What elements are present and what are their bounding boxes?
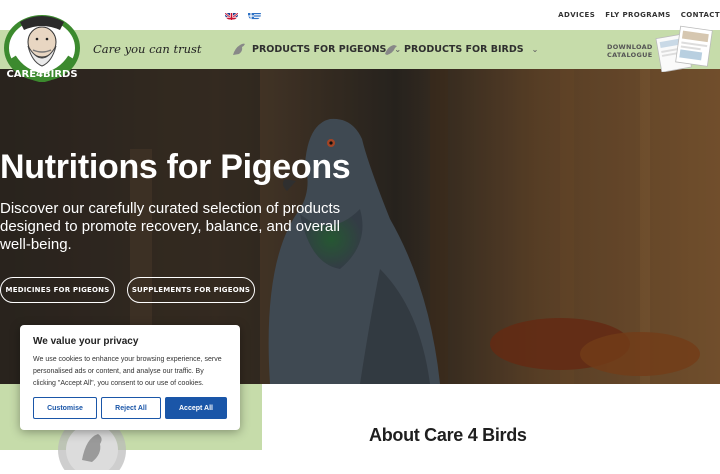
customise-button[interactable]: Customise xyxy=(33,397,97,419)
cookie-text: We use cookies to enhance your browsing … xyxy=(33,356,222,387)
download-catalogue-link[interactable]: DOWNLOAD CATALOGUE xyxy=(607,43,653,59)
bird-icon xyxy=(385,45,397,55)
uk-flag-icon[interactable] xyxy=(225,9,238,20)
chevron-down-icon: ⌄ xyxy=(531,44,539,54)
nav-label-birds: PRODUCTS FOR BIRDS xyxy=(404,43,524,55)
nav-products-for-birds[interactable]: PRODUCTS FOR BIRDS ⌄ xyxy=(384,42,538,56)
cookie-consent-dialog: We value your privacy We use cookies to … xyxy=(20,325,240,430)
cookie-title: We value your privacy xyxy=(33,336,139,347)
top-link-advices[interactable]: ADVICES xyxy=(558,11,595,19)
catalogue-thumbnail[interactable] xyxy=(652,24,716,73)
nav-products-for-pigeons[interactable]: PRODUCTS FOR PIGEONS ⌄ xyxy=(232,42,401,56)
supplements-for-pigeons-button[interactable]: SUPPLEMENTS FOR PIGEONS xyxy=(127,277,255,303)
tagline: Care you can trust xyxy=(93,42,202,56)
hero-subtitle: Discover our carefully curated selection… xyxy=(0,200,341,253)
nav-label-pigeons: PRODUCTS FOR PIGEONS xyxy=(252,43,387,55)
svg-text:CARE4BIRDS: CARE4BIRDS xyxy=(6,69,77,80)
pigeon-icon xyxy=(233,43,245,55)
top-link-fly-programs[interactable]: FLY PROGRAMS xyxy=(605,11,671,19)
top-link-contact[interactable]: CONTACT xyxy=(681,11,720,19)
reject-all-button[interactable]: Reject All xyxy=(101,397,161,419)
care4birds-logo[interactable]: CARE4BIRDS xyxy=(2,8,82,83)
catalogue-line-2: CATALOGUE xyxy=(607,51,653,59)
language-switcher xyxy=(225,9,261,20)
cookie-buttons: Customise Reject All Accept All xyxy=(33,397,227,419)
about-heading: About Care 4 Birds xyxy=(369,425,527,445)
hero-title: Nutritions for Pigeons xyxy=(0,148,351,186)
greek-flag-icon[interactable] xyxy=(248,9,261,20)
medicines-for-pigeons-button[interactable]: MEDICINES FOR PIGEONS xyxy=(0,277,115,303)
top-bar: ADVICES FLY PROGRAMS CONTACT xyxy=(0,0,720,30)
catalogue-line-1: DOWNLOAD xyxy=(607,43,653,51)
accept-all-button[interactable]: Accept All xyxy=(165,397,227,419)
top-links: ADVICES FLY PROGRAMS CONTACT xyxy=(558,11,720,19)
